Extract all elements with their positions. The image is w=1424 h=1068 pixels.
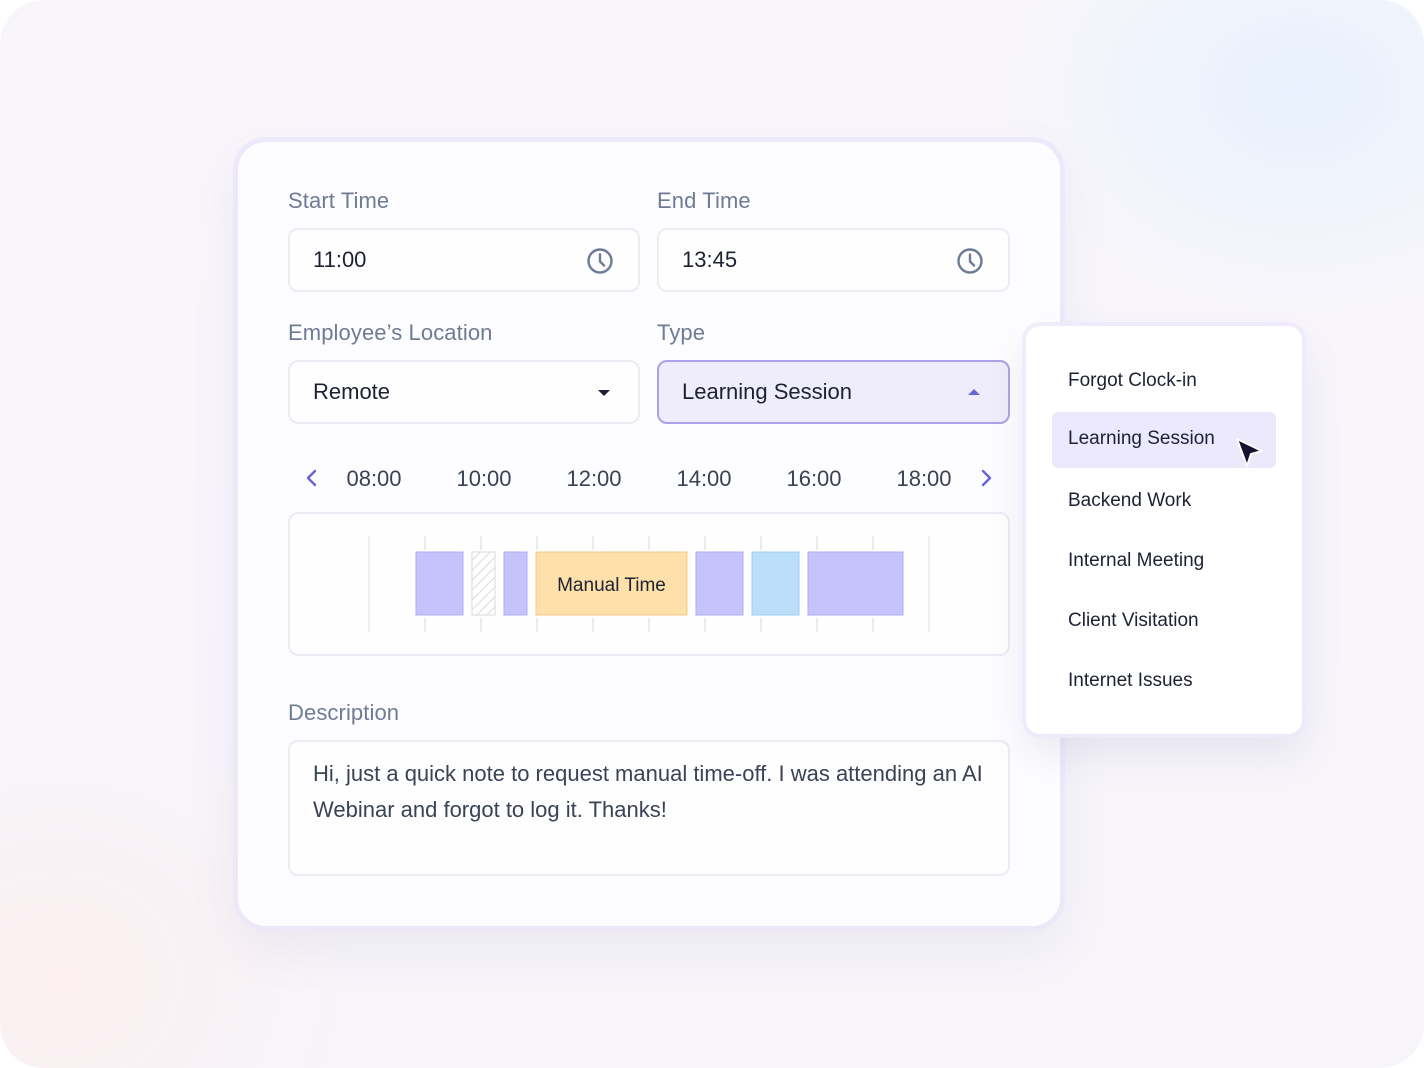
tracked-block[interactable] [415, 551, 464, 616]
mouse-pointer-icon [1236, 438, 1263, 467]
manual-time-label: Manual Time [557, 575, 666, 596]
tracked-block[interactable] [807, 551, 904, 616]
chevron-right-icon[interactable] [978, 468, 994, 488]
clock-icon[interactable] [956, 247, 984, 275]
menu-item-backend-work[interactable]: Backend Work [1052, 474, 1276, 530]
end-time-input[interactable]: 13:45 [657, 228, 1010, 292]
start-time-value: 11:00 [313, 247, 367, 272]
hour-label: 12:00 [566, 466, 622, 491]
menu-item-forgot-clock-in[interactable]: Forgot Clock-in [1052, 354, 1276, 410]
location-select[interactable]: Remote [288, 360, 640, 424]
description-textarea[interactable]: Hi, just a quick note to request manual … [288, 740, 1010, 876]
meeting-block[interactable] [751, 551, 800, 616]
end-time-value: 13:45 [682, 247, 738, 272]
menu-item-label: Forgot Clock-in [1068, 370, 1197, 391]
tracked-block[interactable] [503, 551, 528, 616]
menu-item-label: Backend Work [1068, 490, 1192, 511]
break-block [471, 551, 496, 616]
menu-item-client-visitation[interactable]: Client Visitation [1052, 594, 1276, 650]
start-time-input[interactable]: 11:00 [288, 228, 640, 292]
type-value: Learning Session [682, 379, 853, 404]
description-text: Hi, just a quick note to request manual … [313, 761, 983, 822]
menu-item-internal-meeting[interactable]: Internal Meeting [1052, 534, 1276, 590]
menu-item-label: Internal Meeting [1068, 550, 1205, 571]
end-time-label: End Time [657, 188, 751, 213]
menu-item-internet-issues[interactable]: Internet Issues [1052, 654, 1276, 710]
clock-icon[interactable] [586, 247, 614, 275]
timeline-canvas: Manual Time [368, 536, 930, 632]
manual-time-form: Start Time 11:00 End Time 13:45 Employee… [238, 142, 1060, 926]
caret-down-icon [598, 390, 610, 396]
type-select[interactable]: Learning Session [657, 360, 1010, 424]
hour-label: 18:00 [896, 466, 952, 491]
start-time-label: Start Time [288, 188, 390, 213]
hour-label: 08:00 [346, 466, 402, 491]
menu-item-label: Internet Issues [1068, 670, 1193, 691]
tracked-block[interactable] [695, 551, 744, 616]
description-label: Description [288, 700, 400, 725]
hour-label: 16:00 [786, 466, 842, 491]
timeline-hours: 08:00 10:00 12:00 14:00 16:00 18:00 [288, 458, 992, 494]
menu-item-label: Client Visitation [1068, 610, 1199, 631]
location-label: Employee’s Location [288, 320, 493, 345]
type-dropdown-menu: Forgot Clock-in Learning Session Backend… [1026, 326, 1302, 734]
caret-up-icon [968, 389, 980, 395]
type-label: Type [657, 320, 706, 345]
chevron-left-icon[interactable] [304, 468, 320, 488]
location-value: Remote [313, 379, 391, 404]
hour-label: 10:00 [456, 466, 512, 491]
timeline-chart: Manual Time [288, 512, 1010, 656]
hour-label: 14:00 [676, 466, 732, 491]
menu-item-label: Learning Session [1068, 428, 1215, 449]
